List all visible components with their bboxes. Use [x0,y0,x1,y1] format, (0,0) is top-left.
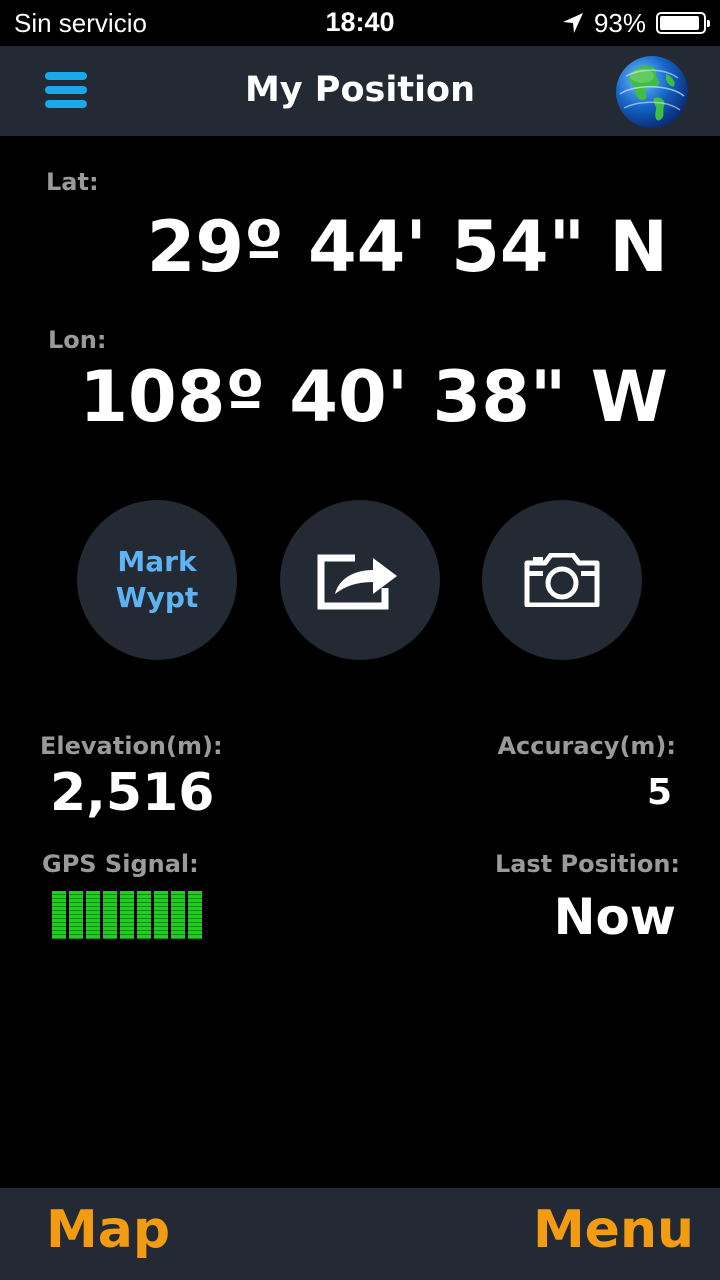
camera-button[interactable] [482,500,642,660]
longitude-value: 108º 40' 38" W [79,356,668,438]
status-bar: Sin servicio 18:40 93% [0,0,720,46]
accuracy-value: 5 [646,772,672,813]
lat-label: Lat: [46,168,99,196]
battery-tip [707,20,710,27]
camera-icon [524,553,600,607]
elevation-value: 2,516 [50,763,215,823]
nav-bar: My Position [0,46,720,136]
gps-signal-bar [154,891,168,939]
status-right: 93% [562,6,710,40]
globe-icon[interactable] [614,54,690,130]
latitude-value: 29º 44' 54" N [146,206,668,288]
share-icon [317,554,397,610]
last-position-label: Last Position: [494,850,680,878]
gps-signal-bar [69,891,83,939]
battery-fill [660,16,699,30]
gps-signal-bar [86,891,100,939]
mark-waypoint-label: Mark Wypt [97,544,217,616]
bottom-toolbar: Map Menu [0,1188,720,1280]
battery-icon [656,12,710,34]
gps-signal-bar [188,891,202,939]
gps-signal-label: GPS Signal: [42,850,199,878]
share-button[interactable] [280,500,440,660]
location-arrow-icon [562,13,583,33]
menu-button[interactable]: Menu [533,1200,694,1260]
gps-signal-bar [120,891,134,939]
page-title: My Position [244,70,476,110]
gps-signal-bar [171,891,185,939]
gps-signal-meter [52,891,202,939]
map-button[interactable]: Map [46,1200,170,1260]
gps-signal-bar [137,891,151,939]
elevation-label: Elevation(m): [40,732,223,760]
mark-waypoint-label-line: Wypt [115,581,199,614]
lon-label: Lon: [48,326,107,354]
last-position-value: Now [553,888,676,946]
battery-percent: 93% [593,7,646,38]
mark-waypoint-label-line: Mark [117,545,197,578]
mark-waypoint-button[interactable]: Mark Wypt [77,500,237,660]
gps-signal-bar [103,891,117,939]
gps-signal-bar [52,891,66,939]
accuracy-label: Accuracy(m): [497,732,676,760]
